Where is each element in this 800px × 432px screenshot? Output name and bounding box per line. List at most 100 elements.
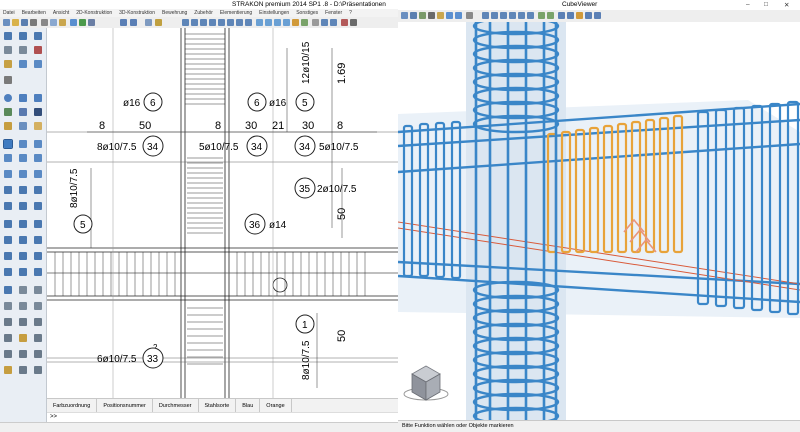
trim-icon[interactable] (34, 60, 42, 68)
beam-icon[interactable] (19, 268, 27, 276)
tool-d-icon[interactable] (4, 334, 12, 342)
info-icon[interactable] (350, 19, 357, 26)
menu-einstellungen[interactable]: Einstellungen (259, 9, 289, 17)
export-icon[interactable] (34, 286, 42, 294)
render-icon[interactable] (292, 19, 299, 26)
grid-icon[interactable] (88, 19, 95, 26)
slab-icon[interactable] (34, 252, 42, 260)
menu-zubehoer[interactable]: Zubehör (194, 9, 213, 17)
zoom-window-viewer-icon[interactable] (500, 12, 507, 19)
filter-icon[interactable] (446, 12, 453, 19)
cut-icon[interactable] (41, 19, 48, 26)
scale-icon[interactable] (34, 186, 42, 194)
menu-3d-konstruktion[interactable]: 3D-Konstruktion (119, 9, 155, 17)
menu-fenster[interactable]: Fenster (325, 9, 342, 17)
layer-tool-icon[interactable] (4, 76, 12, 84)
pointer-icon[interactable] (4, 32, 12, 40)
color-orange-option[interactable]: Orange (260, 399, 292, 413)
tool-c-icon[interactable] (34, 318, 42, 326)
view-side-icon[interactable] (283, 19, 290, 26)
3d-viewport[interactable] (398, 16, 800, 426)
array-icon[interactable] (4, 202, 12, 210)
diameter-option[interactable]: Durchmesser (153, 399, 199, 413)
pencil-icon[interactable] (4, 46, 12, 54)
stirrup-icon[interactable] (19, 140, 27, 148)
elevation-icon[interactable] (34, 236, 42, 244)
tool-e-icon[interactable] (19, 334, 27, 342)
zoom-in-viewer-icon[interactable] (482, 12, 489, 19)
view-3d-icon[interactable] (256, 19, 263, 26)
line-icon[interactable] (34, 94, 42, 102)
arc-icon[interactable] (19, 122, 27, 130)
navigation-cube[interactable] (403, 365, 449, 401)
section-icon[interactable] (4, 236, 12, 244)
play-icon[interactable] (34, 32, 42, 40)
tool-i-icon[interactable] (34, 350, 42, 358)
layers-icon[interactable] (419, 12, 426, 19)
settings-viewer-icon[interactable] (466, 12, 473, 19)
menu-sonstiges[interactable]: Sonstiges (296, 9, 318, 17)
position-number-option[interactable]: Positionsnummer (97, 399, 153, 413)
bar-mark-icon[interactable] (34, 154, 42, 162)
view-front-tool-icon[interactable] (4, 220, 12, 228)
refresh-icon[interactable] (301, 19, 308, 26)
settings-icon[interactable] (312, 19, 319, 26)
wireframe-icon[interactable] (585, 12, 592, 19)
copy-icon[interactable] (50, 19, 57, 26)
view-back-tool-icon[interactable] (19, 220, 27, 228)
zoom-out-icon[interactable] (191, 19, 198, 26)
menu-help[interactable]: ? (349, 9, 352, 17)
extend-icon[interactable] (34, 202, 42, 210)
snap-icon[interactable] (330, 19, 337, 26)
fill-icon[interactable] (34, 122, 42, 130)
tool-k-icon[interactable] (19, 366, 27, 374)
table-icon[interactable] (19, 302, 27, 310)
view-top-viewer-icon[interactable] (567, 12, 574, 19)
bar-list-icon[interactable] (4, 154, 12, 162)
orbit-icon[interactable] (518, 12, 525, 19)
delete-icon[interactable] (341, 19, 348, 26)
paste-icon[interactable] (59, 19, 66, 26)
close-icon[interactable]: ✕ (784, 1, 789, 9)
detail-icon[interactable] (19, 236, 27, 244)
rectangle-icon[interactable] (19, 94, 27, 102)
undo-icon[interactable] (120, 19, 127, 26)
label-icon[interactable] (34, 170, 42, 178)
print-icon[interactable] (30, 19, 37, 26)
bar-shape-icon[interactable] (19, 154, 27, 162)
maximize-icon[interactable]: □ (764, 1, 768, 8)
pick-icon[interactable] (321, 19, 328, 26)
wall-icon[interactable] (19, 252, 27, 260)
zoom-all-icon[interactable] (209, 19, 216, 26)
tool-j-icon[interactable] (4, 366, 12, 374)
select-tool-icon[interactable] (19, 32, 27, 40)
open-model-icon[interactable] (401, 12, 408, 19)
export-view-icon[interactable] (437, 12, 444, 19)
view-left-tool-icon[interactable] (34, 220, 42, 228)
tool-b-icon[interactable] (19, 318, 27, 326)
new-file-icon[interactable] (3, 19, 10, 26)
drawing-canvas[interactable]: 8 50 8 30 21 30 8 1.69 50 50 2 6 ø16 6 ø… (47, 28, 398, 398)
plot-icon[interactable] (19, 286, 27, 294)
shade-icon[interactable] (576, 12, 583, 19)
text-icon[interactable] (34, 108, 42, 116)
zoom-extents-icon[interactable] (236, 19, 243, 26)
print-view-icon[interactable] (428, 12, 435, 19)
circle-icon[interactable] (4, 94, 12, 102)
minimize-icon[interactable]: – (746, 1, 750, 8)
menu-elementierung[interactable]: Elementierung (220, 9, 252, 17)
hatch-icon[interactable] (4, 108, 12, 116)
redo-icon[interactable] (130, 19, 137, 26)
column-icon[interactable] (4, 268, 12, 276)
zoom-out-viewer-icon[interactable] (491, 12, 498, 19)
schedule-icon[interactable] (34, 302, 42, 310)
tool-g-icon[interactable] (4, 350, 12, 358)
measure-icon[interactable] (70, 19, 77, 26)
steel-grade-option[interactable]: Stahlsorte (199, 399, 237, 413)
save-view-icon[interactable] (410, 12, 417, 19)
zoom-all-viewer-icon[interactable] (509, 12, 516, 19)
view-top-icon[interactable] (274, 19, 281, 26)
rebar-tool-icon[interactable] (3, 139, 13, 149)
menu-bewehrung[interactable]: Bewehrung (162, 9, 187, 17)
color-blue-option[interactable]: Blau (236, 399, 261, 413)
